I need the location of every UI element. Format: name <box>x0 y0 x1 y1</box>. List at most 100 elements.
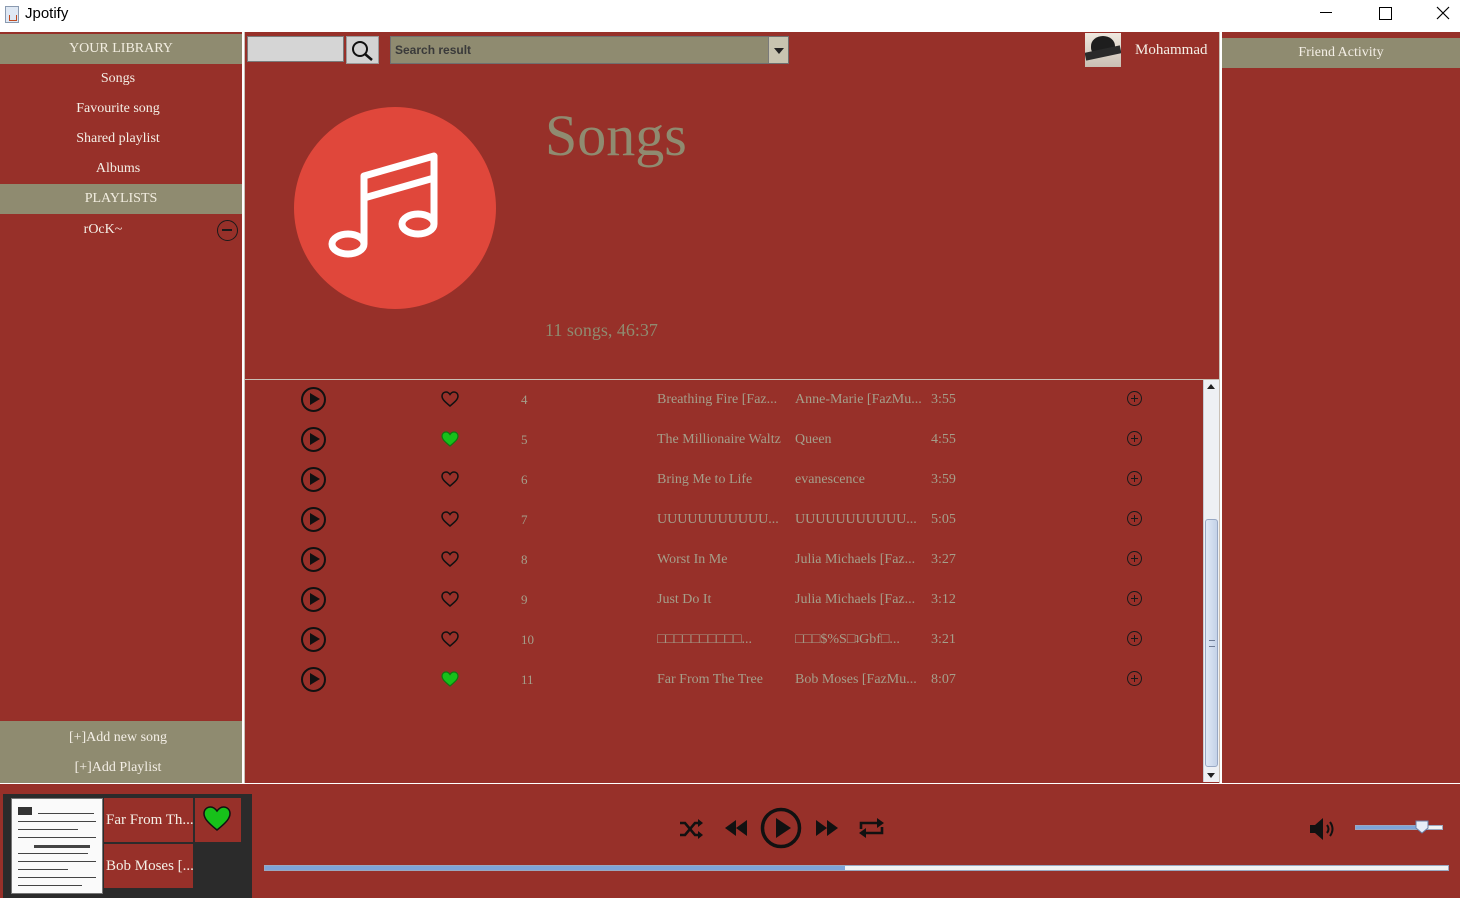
user-name[interactable]: Mohammad <box>1135 42 1208 59</box>
song-row[interactable]: 10 □□□□□□□□□□... □□□$%S□ʇGbf□... 3:21 <box>245 620 1203 660</box>
add-to-playlist-button[interactable] <box>1127 631 1142 646</box>
song-row[interactable]: 8 Worst In Me Julia Michaels [Faz... 3:27 <box>245 540 1203 580</box>
song-duration: 3:55 <box>931 392 956 407</box>
minimize-button[interactable] <box>1297 0 1355 31</box>
play-song-button[interactable] <box>301 587 326 612</box>
heart-filled-icon[interactable] <box>441 431 459 448</box>
search-result-label: Search result <box>395 43 472 57</box>
progress-fill <box>265 866 845 870</box>
volume-slider[interactable] <box>1355 825 1443 830</box>
song-row[interactable]: 9 Just Do It Julia Michaels [Faz... 3:12 <box>245 580 1203 620</box>
song-number: 8 <box>521 552 528 567</box>
library-header: YOUR LIBRARY <box>0 34 242 64</box>
song-stats: 11 songs, 46:37 <box>545 320 658 340</box>
song-duration: 3:21 <box>931 632 956 647</box>
search-button[interactable] <box>346 36 379 64</box>
heart-outline-icon[interactable] <box>441 391 459 408</box>
song-row[interactable]: 5 The Millionaire Waltz Queen 4:55 <box>245 420 1203 460</box>
volume-fill <box>1356 826 1422 829</box>
song-title: Breathing Fire [Faz... <box>657 392 778 407</box>
play-song-button[interactable] <box>301 547 326 572</box>
song-number: 9 <box>521 592 528 607</box>
heart-outline-icon[interactable] <box>441 551 459 568</box>
playlist-label[interactable]: rOcK~ <box>0 217 206 243</box>
add-to-playlist-button[interactable] <box>1127 471 1142 486</box>
repeat-icon[interactable] <box>858 817 885 839</box>
now-playing: Far From Th... Bob Moses [... <box>3 794 252 898</box>
close-button[interactable] <box>1414 0 1460 31</box>
play-icon[interactable] <box>760 807 802 849</box>
fast-forward-icon[interactable] <box>816 820 838 836</box>
sidebar-item-shared-playlist[interactable]: Shared playlist <box>0 124 236 154</box>
volume-slider-thumb[interactable] <box>1415 820 1429 834</box>
song-title: Far From The Tree <box>657 672 763 687</box>
maximize-button[interactable] <box>1356 0 1414 31</box>
player-bar: Far From Th... Bob Moses [... <box>0 784 1460 898</box>
song-duration: 3:27 <box>931 552 956 567</box>
add-playlist-button[interactable]: [+]Add Playlist <box>0 753 236 783</box>
shuffle-icon[interactable] <box>679 819 703 839</box>
sidebar-item-favourite-song[interactable]: Favourite song <box>0 94 236 124</box>
sidebar-actions: [+]Add new song [+]Add Playlist <box>0 721 242 783</box>
song-title: Worst In Me <box>657 552 728 567</box>
play-song-button[interactable] <box>301 507 326 532</box>
song-artist: Julia Michaels [Faz... <box>795 552 916 567</box>
song-title: The Millionaire Waltz <box>657 432 781 447</box>
song-list: 4 Breathing Fire [Faz... Anne-Marie [FazMu… <box>245 379 1220 782</box>
sidebar-item-songs[interactable]: Songs <box>0 64 236 94</box>
song-row[interactable]: 4 Breathing Fire [Faz... Anne-Marie [FazMu… <box>245 380 1203 420</box>
cover-art <box>294 107 496 309</box>
main-panel: Search result Mohammad Songs 11 songs, 4… <box>244 32 1220 783</box>
add-to-playlist-button[interactable] <box>1127 391 1142 406</box>
play-song-button[interactable] <box>301 427 326 452</box>
scroll-thumb[interactable] <box>1205 519 1218 767</box>
add-to-playlist-button[interactable] <box>1127 591 1142 606</box>
sidebar: YOUR LIBRARY Songs Favourite song Shared… <box>0 32 242 783</box>
heart-outline-icon[interactable] <box>441 471 459 488</box>
close-icon <box>1436 6 1450 20</box>
song-artist: evanescence <box>795 472 865 487</box>
add-to-playlist-button[interactable] <box>1127 671 1142 686</box>
rewind-icon[interactable] <box>725 820 747 836</box>
song-artist: □□□$%S□ʇGbf□... <box>795 632 900 647</box>
play-song-button[interactable] <box>301 667 326 692</box>
heart-outline-icon[interactable] <box>441 591 459 608</box>
song-number: 6 <box>521 472 528 487</box>
now-playing-like-button[interactable] <box>195 798 241 842</box>
heart-outline-icon[interactable] <box>441 631 459 648</box>
song-title: □□□□□□□□□□... <box>657 632 753 647</box>
scrollbar[interactable] <box>1203 380 1219 782</box>
add-to-playlist-button[interactable] <box>1127 511 1142 526</box>
song-row[interactable]: 7 UUUUUUUUUUU... UUUUUUUUUUU... 5:05 <box>245 500 1203 540</box>
playlist-item[interactable]: rOcK~ <box>0 217 242 243</box>
search-result-dropdown[interactable]: Search result <box>390 36 789 64</box>
search-input[interactable] <box>247 36 344 62</box>
scroll-up-arrow-icon[interactable] <box>1204 380 1219 394</box>
play-song-button[interactable] <box>301 387 326 412</box>
song-artist: Anne-Marie [FazMu... <box>795 392 922 407</box>
add-new-song-button[interactable]: [+]Add new song <box>0 723 236 753</box>
speaker-icon[interactable] <box>1309 817 1339 841</box>
song-title: Just Do It <box>657 592 712 607</box>
song-number: 11 <box>521 672 534 687</box>
friend-activity-panel: Friend Activity <box>1222 32 1460 783</box>
play-song-button[interactable] <box>301 467 326 492</box>
play-song-button[interactable] <box>301 627 326 652</box>
heart-outline-icon[interactable] <box>441 511 459 528</box>
song-row[interactable]: 11 Far From The Tree Bob Moses [FazMu... 8:… <box>245 660 1203 700</box>
add-to-playlist-button[interactable] <box>1127 431 1142 446</box>
chevron-down-icon[interactable] <box>768 37 788 63</box>
song-artist: Bob Moses [FazMu... <box>795 672 917 687</box>
page-title: Songs <box>545 103 687 168</box>
add-to-playlist-button[interactable] <box>1127 551 1142 566</box>
sidebar-item-albums[interactable]: Albums <box>0 154 236 184</box>
scroll-down-arrow-icon[interactable] <box>1204 768 1219 782</box>
heart-filled-icon[interactable] <box>441 671 459 688</box>
song-artist: Queen <box>795 432 832 447</box>
remove-playlist-button[interactable] <box>217 220 238 241</box>
avatar[interactable] <box>1085 33 1121 67</box>
progress-bar[interactable] <box>264 865 1449 871</box>
song-row[interactable]: 6 Bring Me to Life evanescence 3:59 <box>245 460 1203 500</box>
now-playing-artist: Bob Moses [... <box>104 844 193 888</box>
song-duration: 4:55 <box>931 432 956 447</box>
